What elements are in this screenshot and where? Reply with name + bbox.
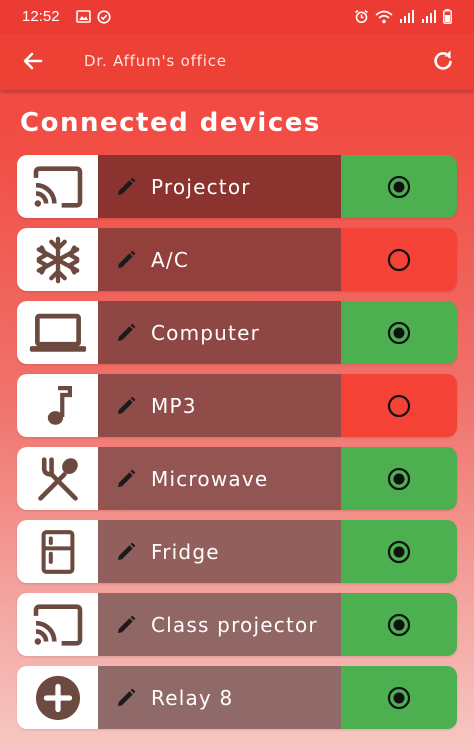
device-toggle[interactable] — [341, 374, 457, 437]
pencil-icon — [118, 323, 136, 341]
status-system-icons — [354, 9, 452, 24]
device-row: Relay 8 — [17, 666, 457, 729]
fridge-icon — [41, 529, 74, 574]
device-toggle[interactable] — [341, 301, 457, 364]
check-circle-icon — [97, 10, 111, 24]
device-toggle[interactable] — [341, 447, 457, 510]
device-name-button[interactable]: MP3 — [98, 374, 341, 437]
signal-icon — [422, 10, 436, 23]
device-name: Computer — [151, 320, 261, 345]
device-name: A/C — [151, 247, 189, 272]
refresh-icon — [434, 50, 452, 70]
device-name-button[interactable]: Fridge — [98, 520, 341, 583]
device-list: Projector A/C Computer MP3 Microwave Fri… — [17, 155, 457, 739]
device-name-button[interactable]: Class projector — [98, 593, 341, 656]
device-name: Microwave — [151, 466, 269, 491]
device-toggle[interactable] — [341, 155, 457, 218]
radio-icon — [387, 321, 411, 344]
alarm-icon — [355, 9, 368, 24]
status-notification-icons — [76, 10, 111, 24]
fork-spoon-icon — [37, 456, 78, 501]
image-icon — [76, 10, 91, 23]
pencil-icon — [118, 469, 136, 487]
device-name: Fridge — [151, 539, 220, 564]
pencil-icon — [118, 396, 136, 414]
signal-icon — [400, 10, 414, 23]
pencil-icon — [118, 177, 136, 195]
add-circle-icon — [35, 675, 80, 720]
device-row: Fridge — [17, 520, 457, 583]
device-icon-box — [17, 228, 98, 291]
radio-icon — [387, 394, 411, 417]
radio-icon — [387, 686, 411, 709]
radio-icon — [387, 613, 411, 636]
device-row: A/C — [17, 228, 457, 291]
app-bar: Dr. Affum's office — [0, 34, 474, 90]
radio-icon — [387, 175, 411, 198]
device-row: Projector — [17, 155, 457, 218]
pencil-icon — [118, 615, 136, 633]
device-row: Class projector — [17, 593, 457, 656]
cast-icon — [33, 165, 82, 208]
snowflake-icon — [36, 236, 79, 283]
device-name: Class projector — [151, 612, 318, 637]
device-name-button[interactable]: Computer — [98, 301, 341, 364]
device-row: Computer — [17, 301, 457, 364]
device-name-button[interactable]: A/C — [98, 228, 341, 291]
back-button[interactable] — [20, 48, 46, 74]
device-icon-box — [17, 374, 98, 437]
page-title: Dr. Affum's office — [84, 52, 227, 70]
cast-icon — [33, 603, 82, 646]
device-icon-box — [17, 447, 98, 510]
device-toggle[interactable] — [341, 593, 457, 656]
device-toggle[interactable] — [341, 520, 457, 583]
pencil-icon — [118, 542, 136, 560]
device-name: Projector — [151, 174, 251, 199]
device-name-button[interactable]: Relay 8 — [98, 666, 341, 729]
radio-icon — [387, 467, 411, 490]
device-name-button[interactable]: Projector — [98, 155, 341, 218]
device-icon-box — [17, 666, 98, 729]
refresh-button[interactable] — [430, 48, 456, 74]
section-title: Connected devices — [20, 108, 321, 138]
device-icon-box — [17, 301, 98, 364]
laptop-icon — [29, 313, 86, 352]
device-icon-box — [17, 593, 98, 656]
wifi-icon — [375, 10, 393, 23]
device-name: MP3 — [151, 393, 197, 418]
pencil-icon — [118, 688, 136, 706]
arrow-left-icon — [23, 52, 43, 70]
device-toggle[interactable] — [341, 666, 457, 729]
status-time: 12:52 — [22, 8, 60, 25]
music-note-icon — [47, 385, 72, 425]
device-name-button[interactable]: Microwave — [98, 447, 341, 510]
device-icon-box — [17, 155, 98, 218]
pencil-icon — [118, 250, 136, 268]
radio-icon — [387, 540, 411, 563]
device-row: MP3 — [17, 374, 457, 437]
status-bar: 12:52 — [0, 0, 474, 34]
device-toggle[interactable] — [341, 228, 457, 291]
device-icon-box — [17, 520, 98, 583]
battery-icon — [443, 9, 452, 24]
radio-icon — [387, 248, 411, 271]
device-row: Microwave — [17, 447, 457, 510]
device-name: Relay 8 — [151, 685, 234, 710]
